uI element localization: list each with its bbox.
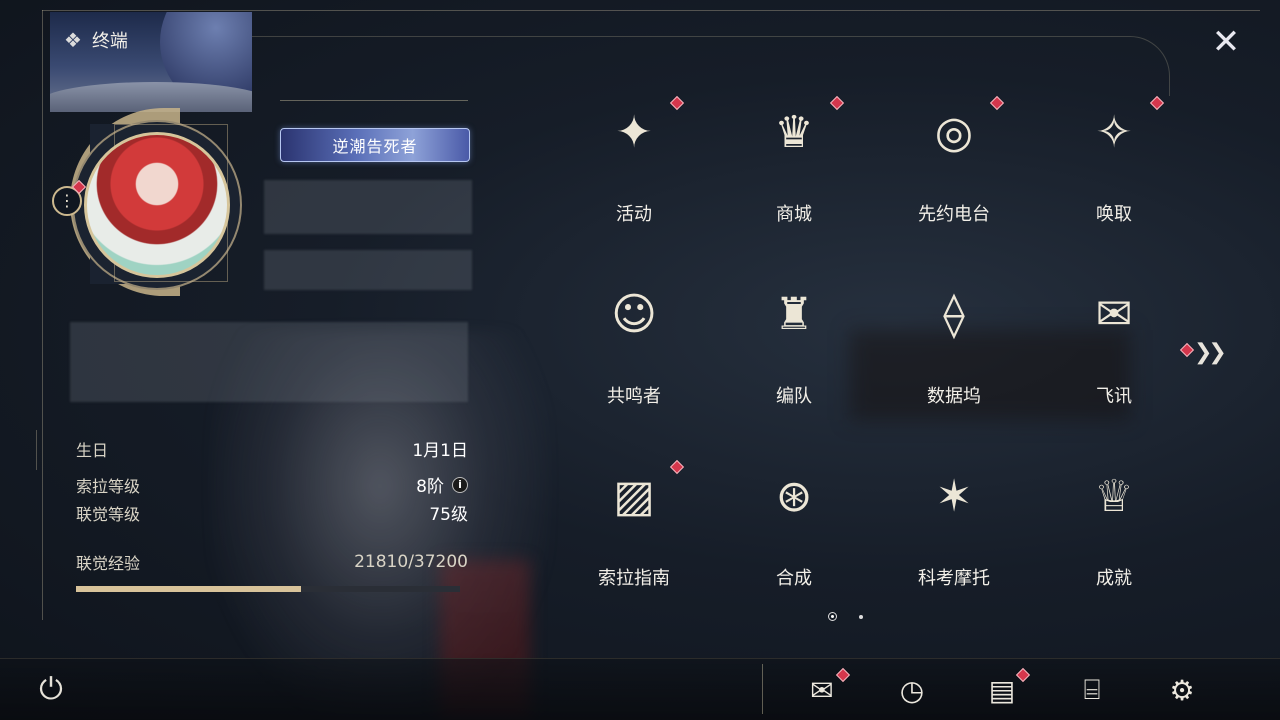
grid-item-5[interactable]: ☺ 共鸣者 [554, 272, 714, 442]
stat-row-union-level: 联觉等级 75级 [76, 500, 468, 526]
mail-button[interactable]: ✉ [802, 667, 851, 708]
stat-row-sola-level: 索拉等级 8阶 i [76, 472, 468, 497]
stat-value: 21810/37200 [354, 552, 468, 572]
notice-button[interactable]: ▤ [982, 667, 1031, 708]
grid-item-8[interactable]: ✉ 飞讯 [1034, 272, 1194, 442]
diamond-cluster-icon: ❖ [64, 28, 82, 52]
activity-sparkle-icon: ✦ [615, 106, 653, 158]
clock-button[interactable]: ◷ [892, 672, 932, 708]
grid-item-9[interactable]: ▨ 索拉指南 [554, 454, 714, 624]
stat-label: 索拉等级 [76, 476, 141, 496]
next-page-button[interactable]: ❯❯ [1194, 340, 1227, 365]
stat-row-birthday: 生日 1月1日 [76, 436, 468, 462]
avatar[interactable] [84, 132, 230, 278]
function-grid: ✦ 活动 ♛ 商城 ◎ 先约电台 ✧ 唤取 ☺ 共鸣者 ♜ 编队 ⟠ 数据坞 ✉ 飞讯 ▨ 索拉指南 ⊛ 合成 ✶ 科考摩… [554, 90, 1194, 610]
player-title-text: 逆潮告死者 [332, 137, 418, 156]
grid-item-label: 索拉指南 [598, 568, 670, 589]
page-dot[interactable] [859, 614, 863, 619]
page-title: ❖ 终端 [64, 27, 128, 53]
stat-label: 生日 [76, 440, 109, 460]
settings-gear-button[interactable]: ⚙ [1162, 672, 1202, 708]
player-title-badge[interactable]: 逆潮告死者 [280, 128, 470, 162]
stat-value: 75级 [429, 505, 468, 525]
message-bubble-icon: ✉ [1095, 288, 1133, 340]
radio-turntable-icon: ◎ [934, 106, 974, 158]
grid-item-10[interactable]: ⊛ 合成 [714, 454, 874, 624]
grid-item-2[interactable]: ♛ 商城 [714, 90, 874, 260]
double-chevron-right-icon: ❯❯ [1194, 340, 1227, 365]
notification-badge [1149, 95, 1165, 111]
grid-item-4[interactable]: ✧ 唤取 [1034, 90, 1194, 260]
grid-item-7[interactable]: ⟠ 数据坞 [874, 272, 1034, 442]
grid-item-label: 飞讯 [1096, 386, 1132, 407]
summon-compass-icon: ✧ [1095, 106, 1133, 158]
info-icon[interactable]: i [452, 476, 468, 493]
stat-value: 8阶 [416, 477, 444, 497]
grid-item-label: 合成 [776, 568, 812, 589]
frame-ornament [36, 430, 46, 470]
stat-value-group: 8阶 i [416, 472, 468, 497]
trophy-icon: ♕ [1094, 470, 1134, 522]
grid-item-12[interactable]: ♕ 成就 [1034, 454, 1194, 624]
bottom-divider [762, 664, 763, 714]
cover-ground [50, 82, 252, 112]
grid-item-label: 科考摩托 [918, 568, 990, 589]
grid-item-label: 成就 [1096, 568, 1132, 589]
title-divider [280, 100, 468, 101]
grid-item-label: 商城 [776, 204, 812, 225]
grid-item-3[interactable]: ◎ 先约电台 [874, 90, 1034, 260]
notification-badge [669, 459, 685, 475]
frame-line-top [42, 10, 1260, 11]
grid-item-label: 共鸣者 [607, 386, 661, 407]
page-dot-active[interactable] [828, 612, 837, 621]
more-vertical-icon: ⋮ [59, 191, 75, 210]
motorcycle-icon: ✶ [935, 470, 973, 522]
grid-item-label: 编队 [776, 386, 812, 407]
stat-value: 1月1日 [412, 441, 468, 461]
player-name-redacted [264, 180, 472, 234]
data-dock-icon: ⟠ [943, 288, 965, 340]
synthesis-orbit-icon: ⊛ [775, 470, 813, 522]
resonator-portrait-icon: ☺ [611, 288, 657, 340]
clock-icon: ◷ [899, 673, 925, 707]
mail-icon: ✉ [810, 673, 834, 707]
power-icon: ⏻ [39, 671, 63, 707]
camera-button[interactable]: ⌸ [1072, 672, 1112, 708]
signature-redacted[interactable] [70, 322, 468, 402]
notification-badge [829, 95, 845, 111]
guide-book-icon: ▨ [613, 470, 655, 522]
grid-item-label: 先约电台 [918, 204, 990, 225]
stat-label: 联觉等级 [76, 504, 141, 524]
stat-row-union-exp: 联觉经验 21810/37200 [76, 550, 468, 574]
page-title-text: 终端 [91, 31, 128, 52]
stat-label: 联觉经验 [76, 554, 141, 573]
grid-item-1[interactable]: ✦ 活动 [554, 90, 714, 260]
frame-line-left [42, 10, 43, 620]
notification-badge [989, 95, 1005, 111]
grid-item-label: 活动 [616, 204, 652, 225]
exp-progress-bar [76, 586, 460, 592]
grid-item-11[interactable]: ✶ 科考摩托 [874, 454, 1034, 624]
notification-badge [669, 95, 685, 111]
shop-cart-icon: ♛ [774, 106, 814, 158]
camera-icon: ⌸ [1083, 673, 1101, 706]
page-indicator [828, 612, 863, 621]
exp-progress-fill [76, 586, 302, 592]
player-id-redacted [264, 250, 472, 290]
grid-item-label: 唤取 [1096, 204, 1132, 225]
close-star-icon: ✕ [1211, 22, 1241, 62]
grid-item-label: 数据坞 [927, 386, 981, 407]
grid-item-6[interactable]: ♜ 编队 [714, 272, 874, 442]
profile-panel: ❖ 终端 ⋮ 逆潮告死者 生日 1月1日 索拉等级 8阶 i 联觉等级 75级 [50, 12, 472, 612]
team-chess-icon: ♜ [774, 288, 814, 340]
notice-icon: ▤ [988, 673, 1016, 707]
power-button[interactable]: ⏻ [34, 671, 68, 707]
settings-gear-icon: ⚙ [1169, 673, 1195, 707]
close-button[interactable]: ✕ [1206, 22, 1246, 62]
profile-cover-image[interactable]: ❖ 终端 [50, 12, 252, 112]
